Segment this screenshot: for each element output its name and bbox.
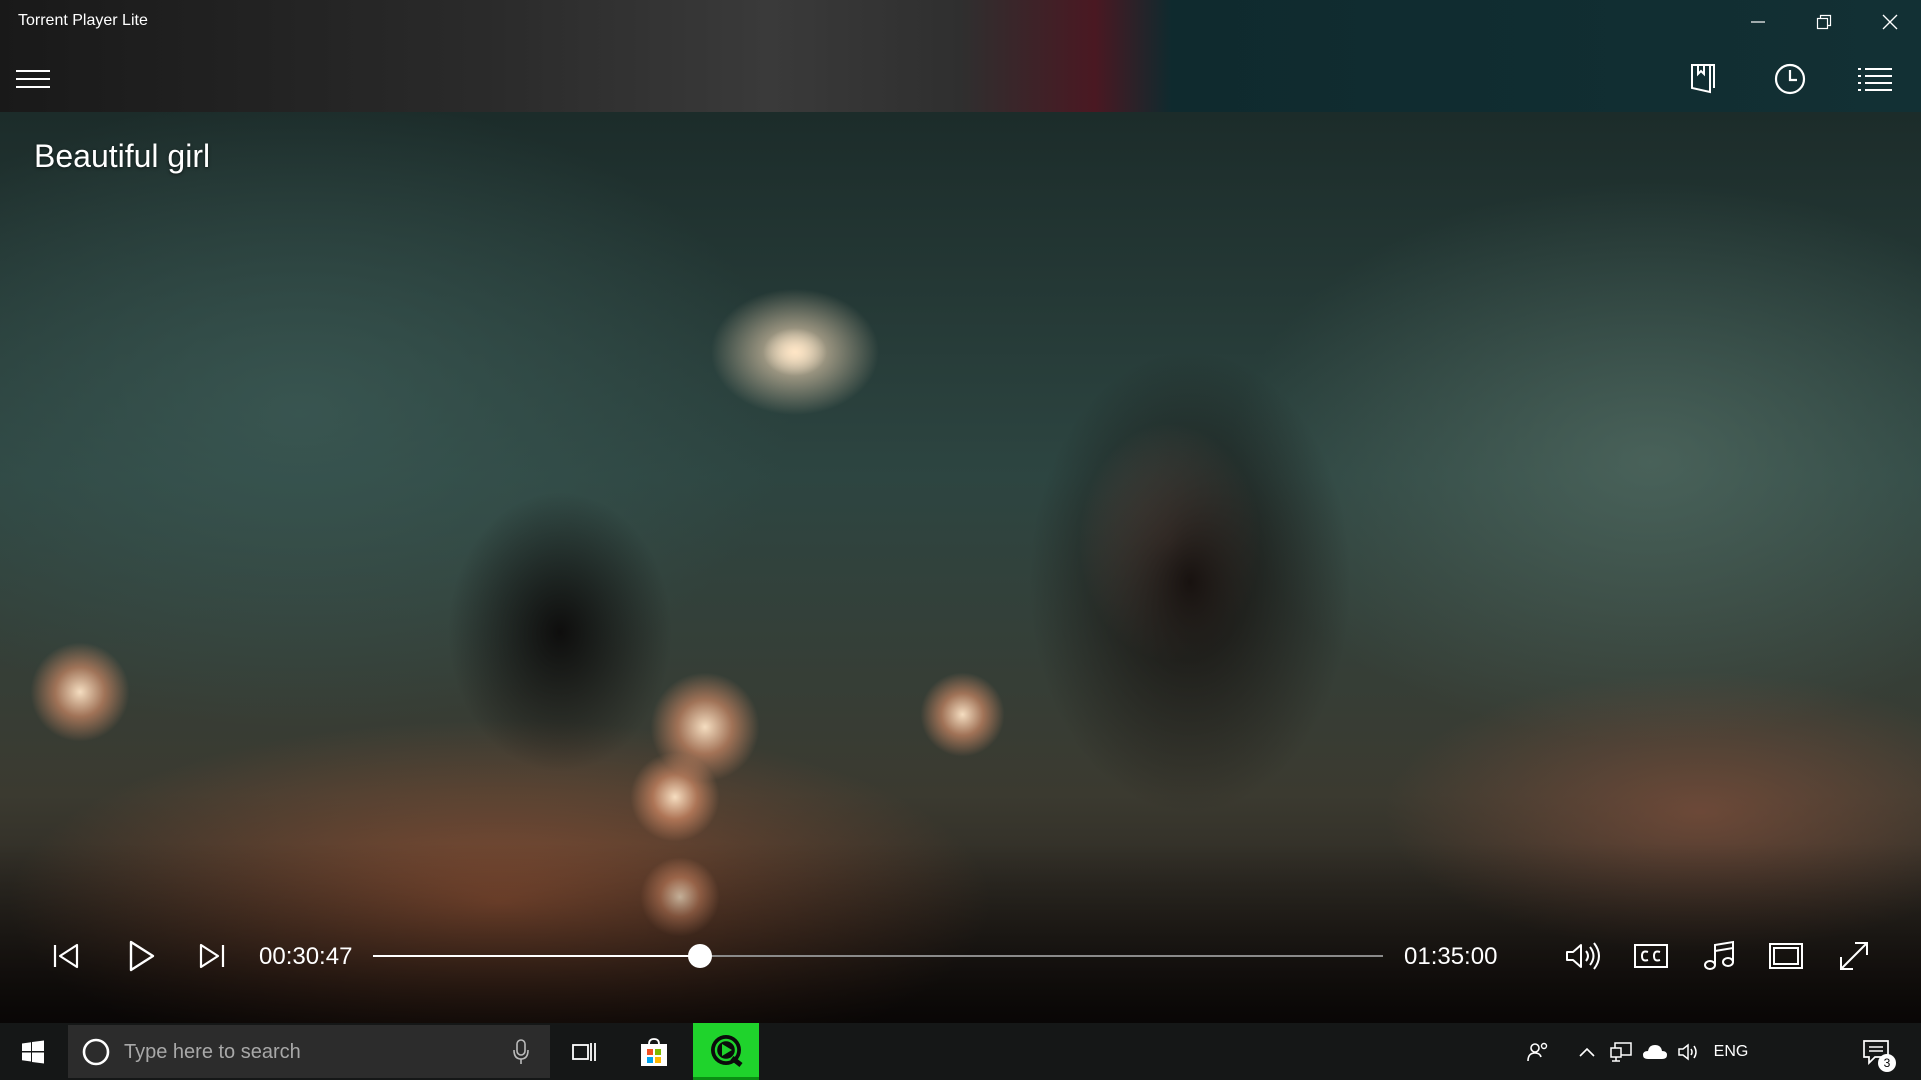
language-indicator[interactable]: ENG (1708, 1023, 1754, 1080)
torrent-player-taskbar-button[interactable] (693, 1023, 759, 1080)
audio-track-icon (1704, 940, 1734, 970)
play-button[interactable] (122, 936, 162, 976)
minimize-icon (1751, 21, 1765, 23)
video-title: Beautiful girl (34, 138, 211, 174)
hamburger-menu-icon[interactable] (14, 66, 52, 92)
torrent-player-app-icon (711, 1035, 743, 1067)
fullscreen-button[interactable] (1834, 936, 1874, 976)
aspect-ratio-icon (1769, 943, 1803, 969)
app-title: Torrent Player Lite (18, 12, 148, 29)
show-hidden-icons-button[interactable] (1572, 1023, 1602, 1080)
speaker-icon (1678, 1042, 1697, 1061)
bookmark-icon[interactable] (1683, 62, 1723, 96)
seek-bar-progress (373, 955, 701, 957)
previous-button[interactable] (46, 936, 86, 976)
action-center-button[interactable]: 3 (1848, 1023, 1904, 1080)
video-frame[interactable] (0, 112, 1921, 1023)
controls-shade (0, 843, 1921, 1023)
people-icon (1527, 1042, 1548, 1061)
title-bar: Torrent Player Lite (0, 0, 1921, 112)
playlist-icon[interactable] (1855, 62, 1895, 96)
people-button[interactable] (1520, 1023, 1556, 1080)
bokeh-light (630, 752, 720, 842)
close-icon (1882, 14, 1898, 30)
total-time: 01:35:00 (1404, 943, 1498, 970)
current-time: 00:30:47 (259, 943, 353, 970)
minimize-button[interactable] (1725, 0, 1791, 44)
taskbar-search-box[interactable]: Type here to search (68, 1025, 550, 1078)
close-button[interactable] (1857, 0, 1921, 44)
next-icon (199, 943, 225, 969)
task-view-button[interactable] (551, 1023, 617, 1080)
onedrive-cloud-icon (1643, 1044, 1667, 1059)
language-label: ENG (1713, 1042, 1749, 1060)
notification-count-badge: 3 (1878, 1054, 1896, 1072)
onedrive-button[interactable] (1640, 1023, 1670, 1080)
seek-bar[interactable] (373, 955, 1383, 957)
taskbar: Type here to search ENG 3 (0, 1023, 1921, 1080)
volume-button[interactable] (1563, 936, 1603, 976)
restore-button[interactable] (1791, 0, 1857, 44)
volume-icon (1566, 942, 1600, 970)
cortana-circle-icon (82, 1038, 110, 1066)
closed-captions-button[interactable] (1631, 936, 1671, 976)
network-button[interactable] (1606, 1023, 1636, 1080)
fullscreen-icon (1840, 942, 1868, 970)
torrent-player-window: Torrent Player Lite Beautiful girl 00:30… (0, 0, 1921, 1023)
network-icon (1610, 1041, 1632, 1062)
next-button[interactable] (192, 936, 232, 976)
previous-icon (53, 943, 79, 969)
task-view-icon (572, 1042, 596, 1061)
bokeh-light (920, 672, 1005, 757)
microsoft-store-icon (641, 1037, 667, 1066)
aspect-ratio-button[interactable] (1766, 936, 1806, 976)
microphone-icon[interactable] (512, 1039, 530, 1065)
volume-tray-button[interactable] (1674, 1023, 1704, 1080)
restore-icon (1816, 14, 1832, 30)
start-button[interactable] (0, 1023, 66, 1080)
bokeh-light (30, 642, 130, 742)
closed-captions-icon (1634, 944, 1668, 968)
play-icon (129, 940, 155, 972)
store-app-button[interactable] (621, 1023, 687, 1080)
history-clock-icon[interactable] (1770, 62, 1810, 96)
audio-track-button[interactable] (1699, 936, 1739, 976)
chevron-up-icon (1579, 1047, 1595, 1057)
windows-logo-icon (22, 1040, 44, 1063)
search-placeholder: Type here to search (124, 1041, 301, 1063)
